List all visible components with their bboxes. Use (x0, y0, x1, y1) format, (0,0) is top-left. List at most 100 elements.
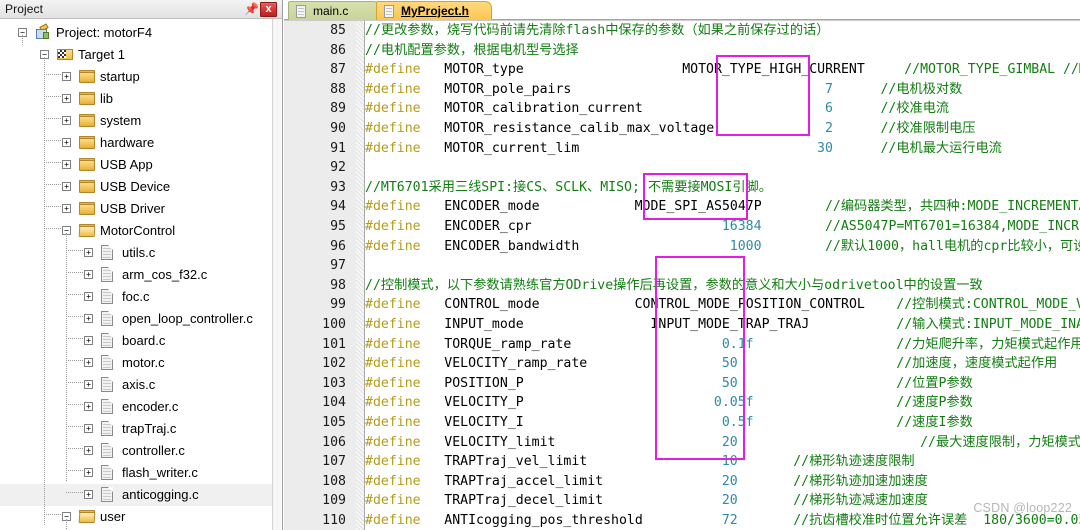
expand-plus-icon[interactable]: + (62, 204, 71, 213)
code-line[interactable]: #define INPUT_mode INPUT_MODE_TRAP_TRAJ //输… (365, 315, 1080, 335)
expand-plus-icon[interactable]: + (62, 138, 71, 147)
tree-item-open-loop-controller-c[interactable]: + open_loop_controller.c (0, 308, 272, 330)
code-text-area[interactable]: //更改参数，烧写代码前请先清除flash中保存的参数（如果之前保存过的话） //… (365, 21, 1080, 530)
line-number: 108 (322, 473, 346, 489)
code-line[interactable]: #define VELOCITY_limit 20 //最大速度限制，力矩模式超过限 (365, 433, 1080, 453)
code-line[interactable] (365, 256, 1080, 276)
code-line[interactable]: #define MOTOR_resistance_calib_max_voltag… (365, 119, 1080, 139)
tree-item-utils-c[interactable]: + utils.c (0, 242, 272, 264)
code-line[interactable]: #define TORQUE_ramp_rate 0.1f //力矩爬升率，力矩模式起… (365, 335, 1080, 355)
tree-item-controller-c[interactable]: + controller.c (0, 440, 272, 462)
expand-plus-icon[interactable]: + (62, 116, 71, 125)
project-tree[interactable]: − Project: motorF4− Target 1 + startup + lib + s… (0, 19, 272, 530)
editor-pane: main.c MyProject.h 85 86 87 88 89 90 91 92 93 94 9… (284, 0, 1080, 530)
tree-item-label: USB Driver (100, 201, 166, 216)
tree-item-target-1[interactable]: − Target 1 (0, 44, 272, 66)
code-line[interactable]: #define ENCODER_cpr 16384 //AS5047P=MT6701=… (365, 217, 1080, 237)
folder-open-icon (78, 224, 96, 237)
code-line[interactable]: #define VELOCITY_ramp_rate 50 //加速度，速度模式起作用 (365, 354, 1080, 374)
code-line[interactable]: //更改参数，烧写代码前请先清除flash中保存的参数（如果之前保存过的话） (365, 21, 1080, 41)
code-token: #define (365, 81, 421, 97)
code-token: ANTIcogging_pos_threshold (444, 513, 643, 528)
folder-icon (79, 202, 95, 215)
expand-plus-icon[interactable]: + (84, 402, 93, 411)
tree-item-hardware[interactable]: + hardware (0, 132, 272, 154)
expand-plus-icon[interactable]: + (84, 314, 93, 323)
code-line[interactable]: #define MOTOR_type MOTOR_TYPE_HIGH_CURRENT… (365, 60, 1080, 80)
tree-item-board-c[interactable]: + board.c (0, 330, 272, 352)
code-token: TORQUE_ramp_rate (444, 336, 572, 352)
expand-plus-icon[interactable]: + (84, 270, 93, 279)
close-pane-button[interactable]: x (260, 2, 277, 17)
expand-plus-icon[interactable]: + (62, 94, 71, 103)
line-number: 86 (330, 42, 346, 58)
project-pane-scrollbar[interactable] (272, 19, 281, 530)
pin-button[interactable]: 📌 (241, 2, 259, 17)
expand-plus-icon[interactable]: + (84, 468, 93, 477)
tree-item-motorcontrol[interactable]: − MotorControl (0, 220, 272, 242)
expand-plus-icon[interactable]: + (62, 72, 71, 81)
code-token: POSITION_P (444, 375, 524, 391)
code-token: #define (365, 434, 421, 450)
tab-myproject-h[interactable]: MyProject.h (376, 1, 492, 20)
expand-plus-icon[interactable]: + (84, 358, 93, 367)
tree-item-label: user (100, 509, 126, 524)
tree-item-system[interactable]: + system (0, 110, 272, 132)
tree-item-usb-app[interactable]: + USB App (0, 154, 272, 176)
line-number: 95 (330, 219, 346, 234)
code-editor[interactable]: 85 86 87 88 89 90 91 92 93 94 95 96 97 98 99 100 101 102 1… (284, 20, 1080, 530)
tree-item-user[interactable]: − user (0, 506, 272, 528)
code-line[interactable]: //电机配置参数，根据电机型号选择 (365, 41, 1080, 61)
code-line[interactable]: //MT6701采用三线SPI:接CS、SCLK、MISO; 不需要接MOSI引… (365, 178, 1080, 198)
tree-item-flash-writer-c[interactable]: + flash_writer.c (0, 462, 272, 484)
tree-item-project-motorf4[interactable]: − Project: motorF4 (0, 22, 272, 44)
expand-plus-icon[interactable]: + (84, 336, 93, 345)
expand-plus-icon[interactable]: + (84, 446, 93, 455)
tree-connector (44, 118, 61, 120)
tree-item-lib[interactable]: + lib (0, 88, 272, 110)
tree-item-traptraj-c[interactable]: + trapTraj.c (0, 418, 272, 440)
code-token: #define (365, 454, 421, 470)
expand-plus-icon[interactable]: + (84, 248, 93, 257)
code-line[interactable]: #define TRAPTraj_vel_limit 10 //梯形轨迹速度限制 (365, 452, 1080, 472)
code-line[interactable]: #define MOTOR_current_lim 30 //电机最大运行电流 (365, 139, 1080, 159)
code-line[interactable]: #define POSITION_P 50 //位置P参数 (365, 374, 1080, 394)
tree-item-usb-device[interactable]: + USB Device (0, 176, 272, 198)
watermark: CSDN @loop222 (973, 501, 1072, 515)
code-line[interactable]: #define ENCODER_mode MODE_SPI_AS5047P //编码器… (365, 197, 1080, 217)
tree-item-foc-c[interactable]: + foc.c (0, 286, 272, 308)
code-line[interactable]: #define ENCODER_bandwidth 1000 //默认1000，hal… (365, 237, 1080, 257)
code-token: 50 (721, 375, 738, 391)
code-token: #define (365, 513, 421, 528)
expand-plus-icon[interactable]: + (84, 424, 93, 433)
code-folding-column[interactable]: − (356, 21, 365, 530)
tree-item-usb-driver[interactable]: + USB Driver (0, 198, 272, 220)
tree-item-motor-c[interactable]: + motor.c (0, 352, 272, 374)
code-token: #define (365, 375, 421, 391)
code-line[interactable]: #define MOTOR_pole_pairs 7 //电机极对数 (365, 80, 1080, 100)
tree-item-axis-c[interactable]: + axis.c (0, 374, 272, 396)
code-line[interactable]: #define VELOCITY_P 0.05f //速度P参数 (365, 393, 1080, 413)
code-token: 16384 (721, 219, 762, 234)
expand-plus-icon[interactable]: + (62, 160, 71, 169)
code-line[interactable]: //控制模式，以下参数请熟练官方ODrive操作后再设置，参数的意义和大小与od… (365, 276, 1080, 296)
expand-plus-icon[interactable]: + (62, 182, 71, 191)
expand-plus-icon[interactable]: + (84, 490, 93, 499)
tree-item-label: motor.c (122, 355, 165, 370)
file-icon (101, 421, 113, 436)
code-line[interactable]: #define VELOCITY_I 0.5f //速度I参数 (365, 413, 1080, 433)
tree-item-anticogging-c[interactable]: + anticogging.c (0, 484, 272, 506)
code-line[interactable]: #define TRAPTraj_accel_limit 20 //梯形轨迹加速加速度 (365, 472, 1080, 492)
code-line[interactable] (365, 158, 1080, 178)
folder-icon (79, 114, 95, 127)
code-line[interactable]: #define CONTROL_mode CONTROL_MODE_POSITION… (365, 295, 1080, 315)
tree-item-startup[interactable]: + startup (0, 66, 272, 88)
code-token: TRAPTraj_accel_limit (444, 473, 604, 489)
expand-plus-icon[interactable]: + (84, 292, 93, 301)
tab-main-c[interactable]: main.c (288, 1, 380, 20)
tree-connector (66, 316, 83, 318)
tree-item-arm-cos-f32-c[interactable]: + arm_cos_f32.c (0, 264, 272, 286)
tree-item-encoder-c[interactable]: + encoder.c (0, 396, 272, 418)
expand-plus-icon[interactable]: + (84, 380, 93, 389)
code-line[interactable]: #define MOTOR_calibration_current 6 //校准电流 (365, 99, 1080, 119)
